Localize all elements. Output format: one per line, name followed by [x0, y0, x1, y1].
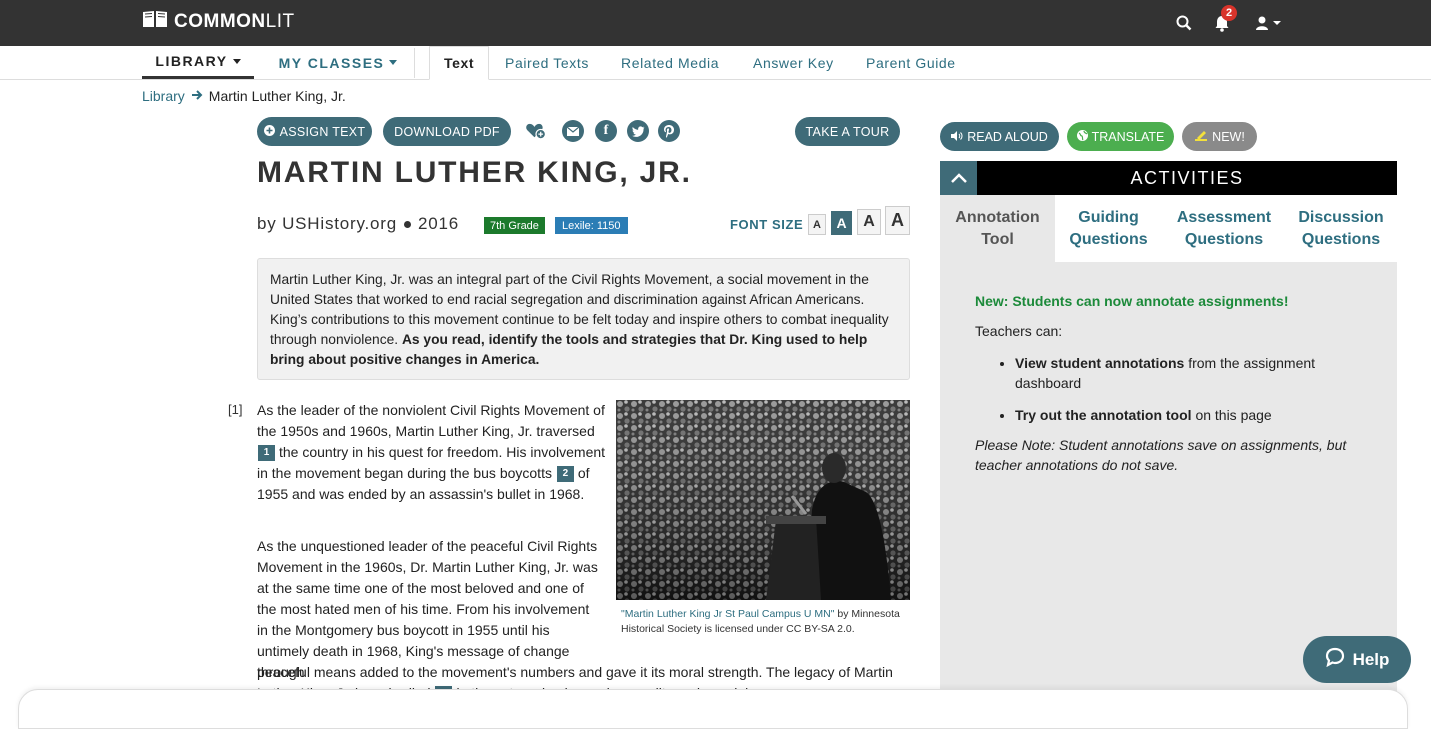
help-label: Help: [1352, 649, 1390, 669]
tab-discussion-questions[interactable]: Discussion Questions: [1292, 195, 1390, 262]
photo-caption-link[interactable]: "Martin Luther King Jr St Paul Campus U …: [621, 608, 834, 620]
activities-header: ACTIVITIES: [940, 161, 1397, 195]
page-title: MARTIN LUTHER KING, JR.: [257, 156, 692, 189]
download-pdf-button[interactable]: DOWNLOAD PDF: [383, 117, 511, 146]
speaker-icon: [951, 130, 963, 144]
activities-title: ACTIVITIES: [1130, 167, 1244, 188]
chevron-up-icon[interactable]: [940, 161, 977, 195]
logo-text-suffix: LIT: [265, 11, 295, 32]
read-aloud-button[interactable]: READ ALOUD: [940, 122, 1059, 151]
library-menu[interactable]: LIBRARY: [142, 46, 254, 79]
footnote-marker[interactable]: 2: [556, 466, 574, 483]
breadcrumb: Library Martin Luther King, Jr.: [142, 88, 346, 104]
tab-assessment-questions[interactable]: Assessment Questions: [1170, 195, 1278, 262]
book-icon: [142, 9, 168, 35]
annotation-bullet-1: View student annotations from the assign…: [1015, 353, 1375, 393]
new-feature-button[interactable]: NEW!: [1182, 122, 1257, 151]
lexile-badge: Lexile: 1150: [555, 217, 628, 234]
activities-tabs: Annotation Tool Guiding Questions Assess…: [940, 195, 1397, 262]
footnote-marker[interactable]: 1: [258, 445, 275, 462]
search-icon[interactable]: [1172, 11, 1196, 35]
byline: by USHistory.org 2016: [257, 214, 459, 234]
highlighter-icon: [1194, 129, 1208, 144]
library-label: LIBRARY: [155, 53, 228, 69]
tab-parent-guide[interactable]: Parent Guide: [866, 46, 956, 80]
font-size-small-button[interactable]: A: [808, 214, 826, 235]
globe-icon: [1076, 129, 1088, 144]
annotation-bullet-2: Try out the annotation tool on this page: [1015, 405, 1375, 425]
font-size-label: FONT SIZE: [730, 217, 804, 232]
caret-down-icon: [389, 60, 398, 65]
my-classes-menu[interactable]: MY CLASSES: [263, 46, 413, 79]
bullet-2-bold: Try out the annotation tool: [1015, 407, 1192, 423]
intro-box: Martin Luther King, Jr. was an integral …: [257, 258, 910, 380]
photo-caption: "Martin Luther King Jr St Paul Campus U …: [621, 607, 901, 637]
top-bar: COMMON LIT 2: [0, 0, 1431, 46]
paragraph-1-text-b: the country in his quest for freedom. Hi…: [257, 444, 606, 481]
annotation-headline: New: Students can now annotate assignmen…: [975, 293, 1289, 309]
user-menu-icon[interactable]: [1252, 11, 1286, 35]
chat-bubble-icon: [1325, 647, 1345, 672]
font-size-large-button[interactable]: A: [857, 209, 881, 235]
bullet-dot: [404, 220, 412, 228]
mlk-photo: [616, 400, 910, 600]
facebook-icon[interactable]: f: [595, 120, 617, 142]
logo-text-prefix: COMMON: [174, 11, 266, 32]
activities-panel: ACTIVITIES Annotation Tool Guiding Quest…: [940, 161, 1397, 705]
bullet-1-bold: View student annotations: [1015, 355, 1185, 371]
paragraph-number: [1]: [228, 402, 243, 417]
tab-paired-texts[interactable]: Paired Texts: [505, 46, 589, 80]
plus-circle-icon: [263, 124, 275, 139]
favorite-add-icon[interactable]: [525, 120, 547, 142]
pinterest-icon[interactable]: [658, 120, 680, 142]
font-size-medium-button[interactable]: A: [831, 211, 852, 235]
assign-text-label: ASSIGN TEXT: [279, 124, 366, 139]
tab-text[interactable]: Text: [429, 46, 490, 80]
email-share-icon[interactable]: [562, 120, 584, 142]
take-a-tour-button[interactable]: TAKE A TOUR: [795, 117, 900, 146]
grade-badge: 7th Grade: [484, 217, 545, 234]
teachers-can-label: Teachers can:: [975, 323, 1063, 339]
author: by USHistory.org: [257, 214, 398, 233]
breadcrumb-library-link[interactable]: Library: [142, 88, 185, 104]
notification-badge: 2: [1221, 5, 1237, 21]
translate-button[interactable]: TRANSLATE: [1067, 122, 1174, 151]
assign-text-button[interactable]: ASSIGN TEXT: [257, 117, 372, 146]
commonlit-logo[interactable]: COMMON LIT: [142, 11, 295, 33]
paragraph-2-part-a[interactable]: As the unquestioned leader of the peacef…: [257, 536, 602, 683]
year: 2016: [418, 214, 460, 233]
bullet-2-rest: on this page: [1195, 407, 1272, 423]
arrow-right-icon: [191, 88, 203, 104]
paragraph-1[interactable]: As the leader of the nonviolent Civil Ri…: [257, 400, 607, 505]
nav-divider: [414, 48, 415, 78]
breadcrumb-current: Martin Luther King, Jr.: [208, 88, 346, 104]
nav-bar: LIBRARY MY CLASSES Text Paired Texts Rel…: [0, 46, 1431, 80]
tab-annotation-tool[interactable]: Annotation Tool: [940, 195, 1055, 262]
help-button[interactable]: Help: [1303, 636, 1411, 683]
font-size-xlarge-button[interactable]: A: [885, 206, 910, 235]
bottom-drawer-edge: [18, 689, 1408, 729]
read-aloud-label: READ ALOUD: [967, 129, 1048, 144]
annotation-tool-content: New: Students can now annotate assignmen…: [975, 291, 1375, 475]
tab-related-media[interactable]: Related Media: [621, 46, 719, 80]
annotation-note: Please Note: Student annotations save on…: [975, 437, 1347, 473]
translate-label: TRANSLATE: [1091, 129, 1165, 144]
twitter-icon[interactable]: [627, 120, 649, 142]
paragraph-1-text-a: As the leader of the nonviolent Civil Ri…: [257, 402, 605, 439]
caret-down-icon: [232, 58, 241, 64]
tab-answer-key[interactable]: Answer Key: [753, 46, 834, 80]
tab-guiding-questions[interactable]: Guiding Questions: [1061, 195, 1156, 262]
new-feature-label: NEW!: [1212, 129, 1245, 144]
my-classes-label: MY CLASSES: [278, 54, 385, 71]
